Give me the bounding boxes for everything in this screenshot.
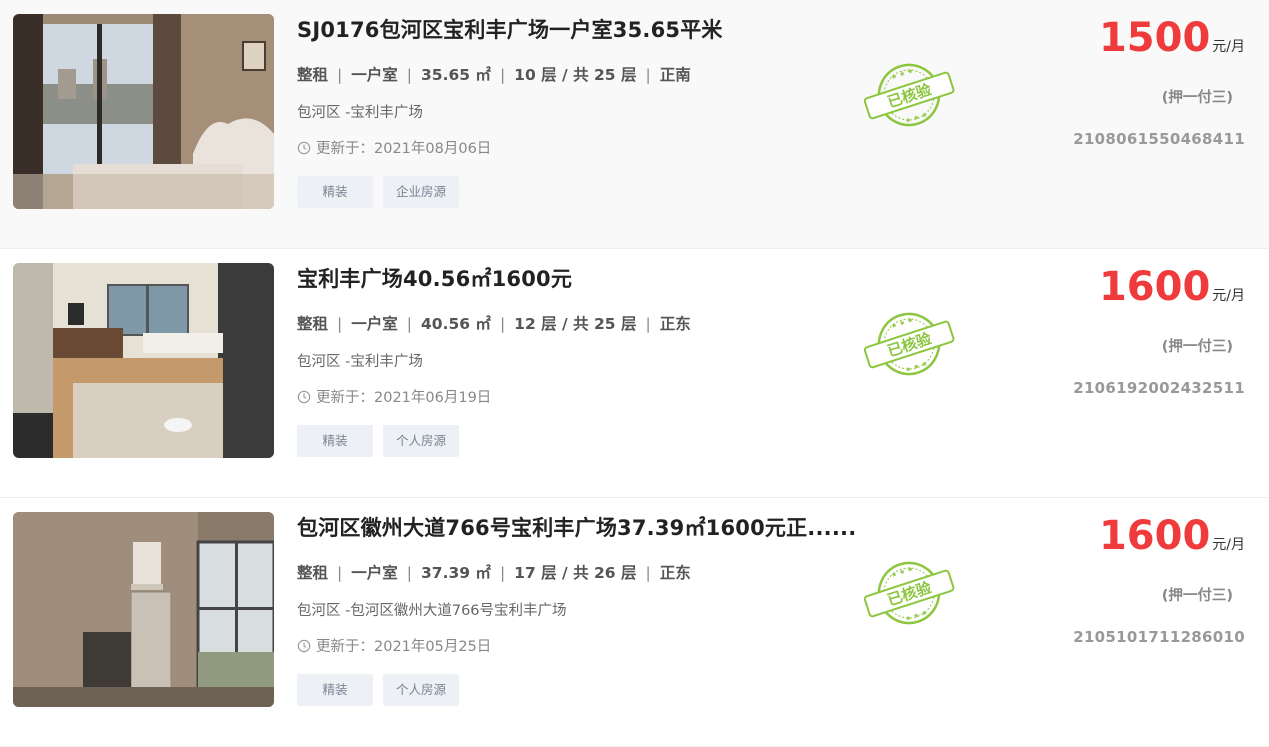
divider: |: [645, 66, 651, 84]
listing-tags: 精装 个人房源: [297, 674, 459, 706]
rent-type: 整租: [297, 66, 329, 84]
verified-stamp-icon: 已核验 ★ ★ ★ ★ ★ ★: [863, 312, 955, 376]
room-layout: 一户室: [351, 66, 398, 84]
divider: |: [337, 66, 343, 84]
tag-decoration: 精装: [297, 425, 373, 457]
listing-address: 包河区 -宝利丰广场: [297, 105, 423, 121]
room-photo-illustration: [13, 512, 274, 707]
listing-title[interactable]: 宝利丰广场40.56㎡1600元: [297, 263, 572, 293]
floor-area: 37.39 ㎡: [421, 564, 491, 582]
orientation: 正东: [659, 315, 691, 333]
price-unit: 元/月: [1212, 537, 1245, 553]
updated-date: 更新于：2021年08月06日: [297, 137, 491, 158]
tag-source: 个人房源: [383, 425, 459, 457]
price: 1500 元/月: [1099, 14, 1245, 62]
updated-date: 更新于：2021年05月25日: [297, 635, 491, 656]
price-amount: 1600: [1098, 513, 1211, 559]
orientation: 正南: [659, 66, 691, 84]
listing-tags: 精装 个人房源: [297, 425, 459, 457]
listing-code: 2106192002432511: [1073, 379, 1245, 397]
divider: |: [499, 66, 506, 84]
listing-specs: 整租 | 一户室 | 37.39 ㎡ | 17 层 / 共 26 层 | 正东: [297, 561, 691, 583]
divider: |: [337, 315, 343, 333]
divider: |: [645, 564, 651, 582]
price: 1600 元/月: [1099, 263, 1245, 311]
deposit-terms: (押一付三): [1161, 588, 1233, 604]
listing-card[interactable]: SJ0176包河区宝利丰广场一户室35.65平米 整租 | 一户室 | 35.65 ㎡ |…: [0, 0, 1269, 249]
listing-code: 2108061550468411: [1073, 130, 1245, 148]
floor-area: 40.56 ㎡: [421, 315, 491, 333]
tag-decoration: 精装: [297, 176, 373, 208]
listing-title[interactable]: 包河区徽州大道766号宝利丰广场37.39㎡1600元正......: [297, 512, 856, 542]
updated-date: 更新于：2021年06月19日: [297, 386, 491, 407]
price: 1600 元/月: [1099, 512, 1245, 560]
updated-text: 更新于：2021年05月25日: [316, 639, 492, 655]
divider: |: [406, 66, 412, 84]
floor-info: 17 层 / 共 26 层: [514, 564, 637, 582]
tag-source: 个人房源: [383, 674, 459, 706]
listing-card[interactable]: 宝利丰广场40.56㎡1600元 整租 | 一户室 | 40.56 ㎡ | 12 层 / 共…: [0, 249, 1269, 498]
listing-photo[interactable]: [13, 263, 274, 458]
room-layout: 一户室: [351, 564, 398, 582]
clock-icon: [297, 639, 311, 652]
deposit-terms: (押一付三): [1161, 90, 1233, 106]
price-amount: 1500: [1098, 15, 1211, 61]
orientation: 正东: [659, 564, 691, 582]
divider: |: [337, 564, 343, 582]
studio-photo-illustration: [13, 263, 274, 458]
divider: |: [645, 315, 651, 333]
listing-photo[interactable]: [13, 512, 274, 707]
divider: |: [406, 315, 412, 333]
tag-source: 企业房源: [383, 176, 459, 208]
listing-title[interactable]: SJ0176包河区宝利丰广场一户室35.65平米: [297, 14, 723, 44]
listing-specs: 整租 | 一户室 | 40.56 ㎡ | 12 层 / 共 25 层 | 正东: [297, 312, 691, 334]
price-unit: 元/月: [1212, 39, 1245, 55]
divider: |: [406, 564, 412, 582]
listing-address: 包河区 -宝利丰广场: [297, 354, 423, 370]
price-unit: 元/月: [1212, 288, 1245, 304]
floor-info: 10 层 / 共 25 层: [514, 66, 637, 84]
floor-area: 35.65 ㎡: [421, 66, 491, 84]
listing-photo[interactable]: [13, 14, 274, 209]
divider: |: [499, 564, 506, 582]
price-amount: 1600: [1098, 264, 1211, 310]
tag-decoration: 精装: [297, 674, 373, 706]
clock-icon: [297, 390, 311, 403]
deposit-terms: (押一付三): [1161, 339, 1233, 355]
rent-type: 整租: [297, 564, 329, 582]
listing-card[interactable]: 包河区徽州大道766号宝利丰广场37.39㎡1600元正...... 整租 | 一户…: [0, 498, 1269, 747]
listing-specs: 整租 | 一户室 | 35.65 ㎡ | 10 层 / 共 25 层 | 正南: [297, 63, 691, 85]
verified-stamp-icon: 已核验 ★ ★ ★ ★ ★ ★: [863, 63, 955, 127]
updated-text: 更新于：2021年06月19日: [316, 390, 492, 406]
listing-address: 包河区 -包河区徽州大道766号宝利丰广场: [297, 603, 567, 619]
updated-text: 更新于：2021年08月06日: [316, 141, 492, 157]
verified-stamp-icon: 已核验 ★ ★ ★ ★ ★ ★: [863, 561, 955, 625]
listing-code: 2105101711286010: [1073, 628, 1245, 646]
clock-icon: [297, 141, 311, 154]
divider: |: [499, 315, 506, 333]
floor-info: 12 层 / 共 25 层: [514, 315, 637, 333]
listing-tags: 精装 企业房源: [297, 176, 459, 208]
rent-type: 整租: [297, 315, 329, 333]
room-layout: 一户室: [351, 315, 398, 333]
bedroom-photo-illustration: [13, 14, 274, 209]
